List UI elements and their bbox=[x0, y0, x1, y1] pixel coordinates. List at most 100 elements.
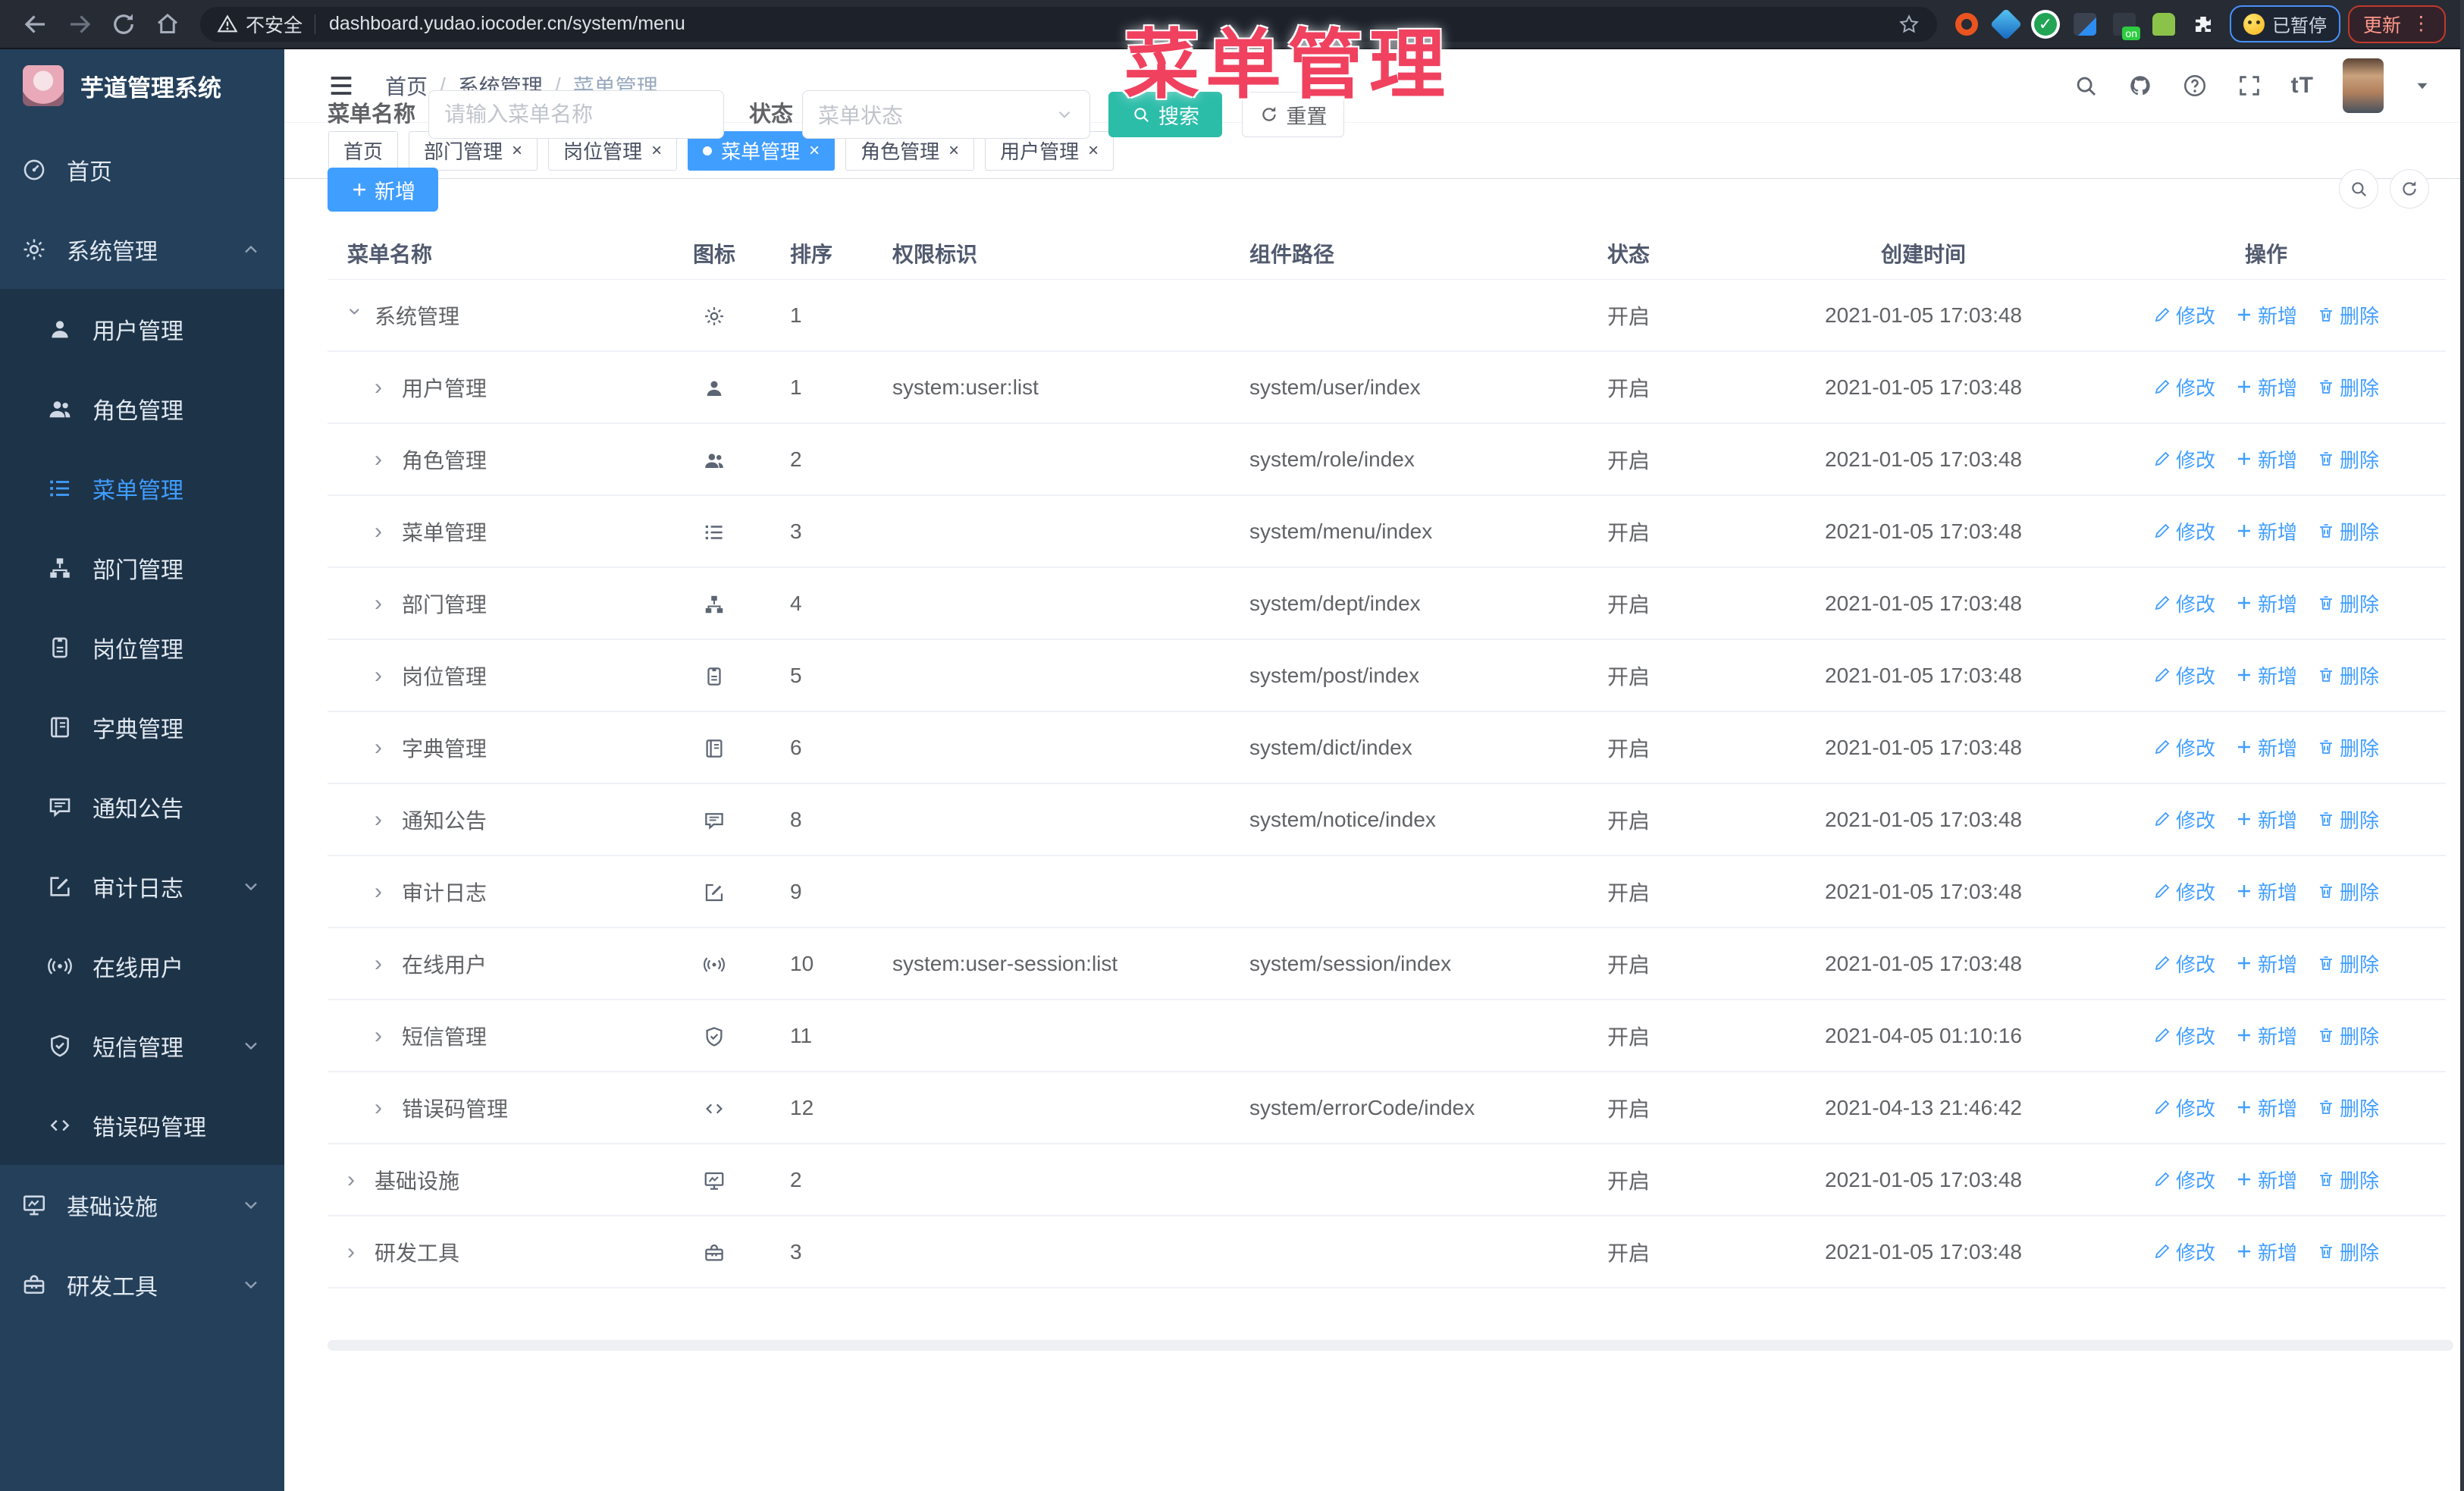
add-link[interactable]: 新增 bbox=[2235, 805, 2297, 833]
extension-icon[interactable] bbox=[1955, 12, 1978, 36]
not-secure-warning-icon[interactable] bbox=[217, 14, 238, 35]
add-link[interactable]: 新增 bbox=[2235, 1238, 2297, 1266]
edit-link[interactable]: 修改 bbox=[2153, 517, 2215, 545]
tree-toggle-icon[interactable]: › bbox=[375, 1023, 394, 1049]
address-bar[interactable]: 不安全 dashboard.yudao.iocoder.cn/system/me… bbox=[200, 6, 1937, 42]
add-link[interactable]: 新增 bbox=[2235, 373, 2297, 401]
table-refresh-button[interactable] bbox=[2390, 169, 2429, 209]
home-button[interactable] bbox=[154, 11, 181, 38]
forward-button[interactable] bbox=[66, 11, 93, 38]
chevron-down-icon[interactable] bbox=[2412, 76, 2432, 96]
url-text[interactable]: dashboard.yudao.iocoder.cn/system/menu bbox=[329, 13, 685, 35]
user-avatar[interactable] bbox=[2343, 58, 2384, 113]
menu-name-input[interactable] bbox=[428, 90, 724, 139]
delete-link[interactable]: 删除 bbox=[2317, 589, 2379, 617]
edit-link[interactable]: 修改 bbox=[2153, 1094, 2215, 1122]
edit-link[interactable]: 修改 bbox=[2153, 445, 2215, 473]
delete-link[interactable]: 删除 bbox=[2317, 1238, 2379, 1266]
sidebar-item-gear[interactable]: 系统管理 bbox=[0, 209, 284, 289]
add-link[interactable]: 新增 bbox=[2235, 877, 2297, 906]
delete-link[interactable]: 删除 bbox=[2317, 805, 2379, 833]
edit-link[interactable]: 修改 bbox=[2153, 950, 2215, 978]
edit-link[interactable]: 修改 bbox=[2153, 877, 2215, 906]
sidebar-item-monitor[interactable]: 基础设施 bbox=[0, 1165, 284, 1245]
tree-toggle-icon[interactable]: › bbox=[375, 1095, 394, 1121]
delete-link[interactable]: 删除 bbox=[2317, 1094, 2379, 1122]
tree-toggle-icon[interactable]: › bbox=[375, 591, 394, 617]
extension-icon[interactable] bbox=[2073, 12, 2096, 36]
add-link[interactable]: 新增 bbox=[2235, 517, 2297, 545]
delete-link[interactable]: 删除 bbox=[2317, 877, 2379, 906]
close-icon[interactable]: × bbox=[1088, 141, 1099, 160]
tree-toggle-icon[interactable]: › bbox=[375, 735, 394, 761]
tree-toggle-icon[interactable]: › bbox=[375, 951, 394, 977]
add-link[interactable]: 新增 bbox=[2235, 589, 2297, 617]
add-link[interactable]: 新增 bbox=[2235, 1022, 2297, 1050]
delete-link[interactable]: 删除 bbox=[2317, 661, 2379, 689]
extension-icon[interactable]: ✓ bbox=[2033, 12, 2057, 36]
add-link[interactable]: 新增 bbox=[2235, 1094, 2297, 1122]
delete-link[interactable]: 删除 bbox=[2317, 1166, 2379, 1194]
edit-link[interactable]: 修改 bbox=[2153, 1022, 2215, 1050]
tree-toggle-icon[interactable]: › bbox=[375, 519, 394, 545]
add-link[interactable]: 新增 bbox=[2235, 661, 2297, 689]
edit-link[interactable]: 修改 bbox=[2153, 1238, 2215, 1266]
sidebar-item-code[interactable]: 错误码管理 bbox=[0, 1085, 284, 1165]
delete-link[interactable]: 删除 bbox=[2317, 1022, 2379, 1050]
edit-link[interactable]: 修改 bbox=[2153, 805, 2215, 833]
logo-row[interactable]: 芋道管理系统 bbox=[0, 49, 284, 122]
close-icon[interactable]: × bbox=[651, 141, 662, 160]
edit-link[interactable]: 修改 bbox=[2153, 661, 2215, 689]
sidebar-item-list[interactable]: 菜单管理 bbox=[0, 448, 284, 528]
extension-icon[interactable] bbox=[2112, 12, 2140, 40]
tree-toggle-icon[interactable]: › bbox=[375, 663, 394, 689]
sidebar-item-badge[interactable]: 岗位管理 bbox=[0, 607, 284, 687]
tree-toggle-icon[interactable]: › bbox=[375, 807, 394, 833]
edit-link[interactable]: 修改 bbox=[2153, 733, 2215, 761]
sidebar-item-toolbox[interactable]: 研发工具 bbox=[0, 1245, 284, 1324]
delete-link[interactable]: 删除 bbox=[2317, 445, 2379, 473]
bookmark-star-icon[interactable] bbox=[1898, 13, 1920, 36]
sidebar-item-message[interactable]: 通知公告 bbox=[0, 767, 284, 846]
reload-button[interactable] bbox=[110, 11, 137, 38]
add-button[interactable]: 新增 bbox=[328, 168, 438, 212]
tree-toggle-icon[interactable]: › bbox=[347, 1167, 367, 1193]
close-icon[interactable]: × bbox=[809, 141, 820, 160]
sidebar-item-online[interactable]: 在线用户 bbox=[0, 926, 284, 1006]
tree-toggle-icon[interactable]: › bbox=[342, 307, 368, 327]
reset-button[interactable]: 重置 bbox=[1242, 92, 1344, 137]
add-link[interactable]: 新增 bbox=[2235, 445, 2297, 473]
search-button[interactable]: 搜索 bbox=[1108, 92, 1222, 137]
search-icon[interactable] bbox=[2073, 73, 2099, 99]
extension-icon[interactable] bbox=[1989, 8, 2023, 40]
edit-link[interactable]: 修改 bbox=[2153, 1166, 2215, 1194]
back-button[interactable] bbox=[22, 11, 49, 38]
help-icon[interactable] bbox=[2182, 73, 2208, 99]
sidebar-item-book[interactable]: 字典管理 bbox=[0, 687, 284, 767]
window-edge-scrollbar[interactable] bbox=[2460, 0, 2464, 1491]
sidebar-item-tree[interactable]: 部门管理 bbox=[0, 528, 284, 607]
sidebar-item-users[interactable]: 角色管理 bbox=[0, 369, 284, 448]
delete-link[interactable]: 删除 bbox=[2317, 301, 2379, 329]
add-link[interactable]: 新增 bbox=[2235, 950, 2297, 978]
extensions-puzzle-icon[interactable] bbox=[2192, 13, 2215, 36]
tree-toggle-icon[interactable]: › bbox=[347, 1239, 367, 1265]
fullscreen-icon[interactable] bbox=[2237, 73, 2262, 99]
delete-link[interactable]: 删除 bbox=[2317, 733, 2379, 761]
tree-toggle-icon[interactable]: › bbox=[375, 879, 394, 905]
kebab-menu-icon[interactable]: ⋮ bbox=[2412, 14, 2431, 33]
add-link[interactable]: 新增 bbox=[2235, 733, 2297, 761]
horizontal-scrollbar[interactable] bbox=[328, 1340, 2453, 1351]
sidebar-item-edit[interactable]: 审计日志 bbox=[0, 846, 284, 926]
status-dropdown[interactable]: 菜单状态 bbox=[802, 90, 1090, 139]
sidebar-item-dashboard[interactable]: 首页 bbox=[0, 130, 284, 209]
delete-link[interactable]: 删除 bbox=[2317, 373, 2379, 401]
font-size-icon[interactable]: tT bbox=[2291, 73, 2314, 99]
edit-link[interactable]: 修改 bbox=[2153, 301, 2215, 329]
table-search-toggle-button[interactable] bbox=[2339, 169, 2378, 209]
sidebar-item-user[interactable]: 用户管理 bbox=[0, 289, 284, 369]
tree-toggle-icon[interactable]: › bbox=[375, 447, 394, 472]
edit-link[interactable]: 修改 bbox=[2153, 373, 2215, 401]
add-link[interactable]: 新增 bbox=[2235, 301, 2297, 329]
edit-link[interactable]: 修改 bbox=[2153, 589, 2215, 617]
